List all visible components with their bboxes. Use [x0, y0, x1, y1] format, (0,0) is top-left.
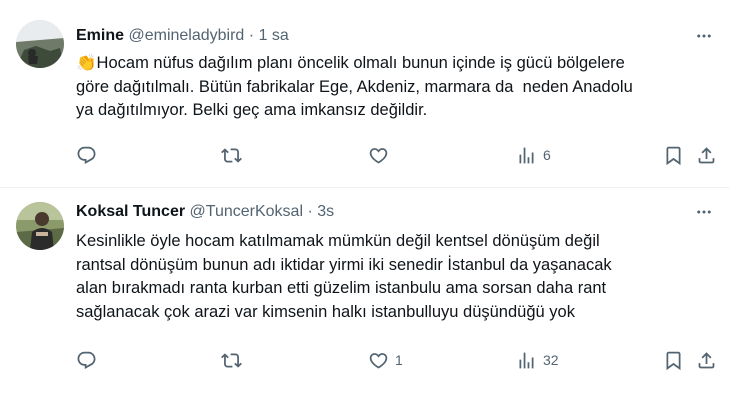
reply-icon — [77, 351, 96, 369]
display-name[interactable]: Koksal Tuncer — [76, 203, 185, 220]
views-chart-icon — [519, 352, 534, 368]
retweet-button[interactable] — [221, 349, 248, 371]
avatar[interactable] — [16, 20, 64, 68]
more-horizontal-icon[interactable] — [694, 202, 714, 222]
share-icon — [698, 146, 715, 163]
tweet-body: Hocam nüfus dağılım planı öncelik olmalı… — [76, 54, 633, 119]
retweet-icon — [221, 352, 242, 368]
views-button[interactable]: 32 — [516, 349, 559, 371]
reply-button[interactable] — [76, 349, 103, 371]
tweet[interactable]: Koksal Tuncer @TuncerKoksal · 3s Kesinli… — [0, 188, 730, 420]
handle[interactable]: @emineladybird — [128, 27, 244, 44]
separator: · — [248, 27, 255, 44]
bookmark-button[interactable] — [663, 349, 684, 371]
bookmark-icon — [666, 146, 681, 165]
avatar[interactable] — [16, 202, 64, 250]
separator: · — [307, 203, 313, 220]
handle[interactable]: @TuncerKoksal — [190, 203, 303, 220]
tweet-body: Kesinlikle öyle hocam katılmamak mümkün … — [76, 232, 612, 321]
view-count: 32 — [543, 352, 559, 368]
view-count: 6 — [543, 147, 551, 163]
display-name[interactable]: Emine — [76, 27, 124, 44]
like-count: 1 — [395, 352, 403, 368]
reply-icon — [77, 146, 96, 164]
tweet-header: Emine @emineladybird · 1 sa — [76, 26, 289, 46]
retweet-button[interactable] — [221, 144, 248, 166]
tweet-header: Koksal Tuncer @TuncerKoksal · 3s — [76, 202, 334, 222]
retweet-icon — [221, 147, 242, 163]
views-button[interactable]: 6 — [516, 144, 551, 166]
heart-icon — [369, 352, 388, 369]
heart-icon — [369, 147, 388, 164]
more-horizontal-icon[interactable] — [694, 26, 714, 46]
bookmark-icon — [666, 351, 681, 370]
timestamp[interactable]: 1 sa — [259, 27, 289, 44]
like-button[interactable]: 1 — [368, 349, 403, 371]
avatar-image — [16, 20, 64, 68]
clapping-hands-emoji: 👏 — [76, 54, 97, 72]
views-chart-icon — [519, 147, 534, 163]
reply-button[interactable] — [76, 144, 103, 166]
tweet-text: Kesinlikle öyle hocam katılmamak mümkün … — [76, 230, 716, 324]
share-button[interactable] — [696, 349, 717, 371]
timestamp[interactable]: 3s — [317, 203, 334, 220]
share-icon — [698, 351, 715, 368]
action-bar: 6 — [76, 144, 717, 166]
tweet[interactable]: Emine @emineladybird · 1 sa 👏Hocam nüfus… — [0, 0, 730, 188]
action-bar: 1 32 — [76, 349, 717, 371]
share-button[interactable] — [696, 144, 717, 166]
like-button[interactable] — [368, 144, 395, 166]
tweet-text: 👏Hocam nüfus dağılım planı öncelik olmal… — [76, 52, 716, 123]
bookmark-button[interactable] — [663, 144, 684, 166]
avatar-image — [16, 202, 64, 250]
